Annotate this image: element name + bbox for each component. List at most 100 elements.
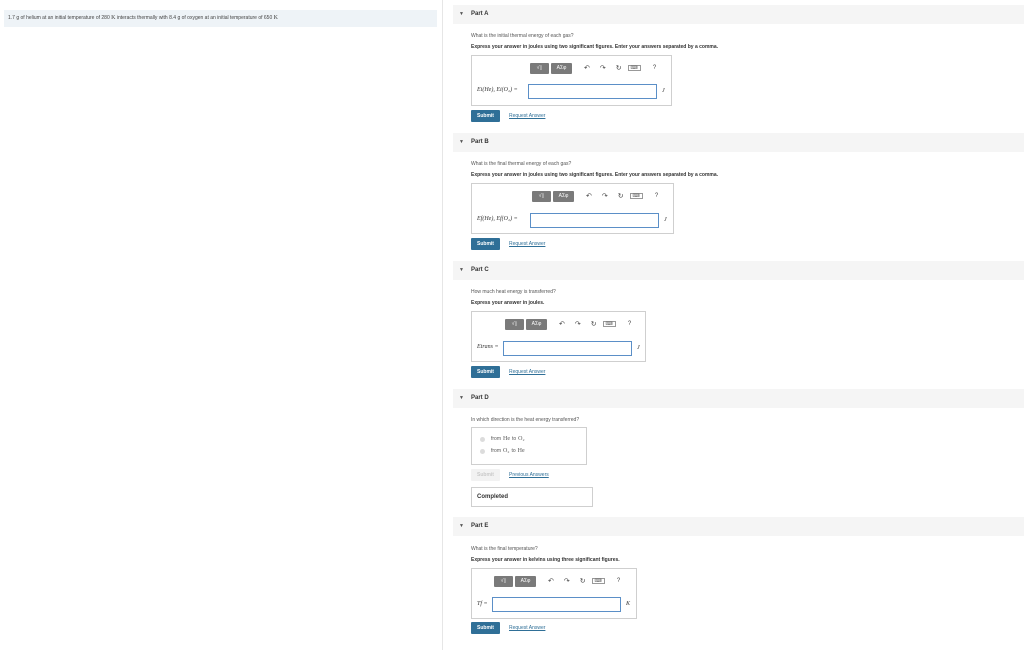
part-e-unit: K <box>626 601 631 607</box>
part-b-answer-box: √▯ ΑΣφ ↶ ↷ ↻ ⌨ ? Ef(He), Ef(O₂) = J <box>471 183 674 234</box>
keyboard-icon[interactable]: ⌨ <box>591 578 605 584</box>
part-a-question: What is the initial thermal energy of ea… <box>471 33 574 39</box>
part-a-answer-box: √▯ ΑΣφ ↶ ↷ ↻ ⌨ ? Ei(He), Ei(O₂) = J <box>471 55 672 106</box>
collapse-triangle-icon[interactable]: ▼ <box>459 517 464 536</box>
part-d-question: In which direction is the heat energy tr… <box>471 417 580 423</box>
collapse-triangle-icon[interactable]: ▼ <box>459 133 464 152</box>
redo-icon[interactable]: ↷ <box>564 576 570 587</box>
keyboard-icon[interactable]: ⌨ <box>627 65 641 71</box>
reset-icon[interactable]: ↻ <box>591 319 597 330</box>
keyboard-icon[interactable]: ⌨ <box>629 193 643 199</box>
part-c-header[interactable]: ▼ Part C <box>453 261 1024 280</box>
help-icon[interactable]: ? <box>653 63 656 74</box>
part-e-header[interactable]: ▼ Part E <box>453 517 1024 536</box>
collapse-triangle-icon[interactable]: ▼ <box>459 5 464 24</box>
redo-icon[interactable]: ↷ <box>575 319 581 330</box>
part-e-question: What is the final temperature? <box>471 546 538 552</box>
part-c-request-answer-link[interactable]: Request Answer <box>509 369 545 375</box>
greek-symbols-button[interactable]: ΑΣφ <box>526 318 547 330</box>
help-icon[interactable]: ? <box>617 576 620 587</box>
math-toolbar: √▯ ΑΣφ ↶ ↷ ↻ ⌨ ? <box>530 62 656 74</box>
part-b-question: What is the final thermal energy of each… <box>471 161 572 167</box>
part-d-label: Part D <box>471 395 489 401</box>
part-e-answer-box: √▯ ΑΣφ ↶ ↷ ↻ ⌨ ? Tf = K <box>471 568 637 619</box>
option-from: He <box>503 436 510 442</box>
part-c-instruction: Express your answer in joules. <box>471 300 545 306</box>
part-e-submit-button[interactable]: Submit <box>471 622 500 634</box>
undo-icon[interactable]: ↶ <box>584 63 590 74</box>
part-a-instruction: Express your answer in joules using two … <box>471 44 719 50</box>
problem-text-b: interacts thermally with 8.4 g of oxygen… <box>116 15 273 21</box>
math-toolbar: √▯ ΑΣφ ↶ ↷ ↻ ⌨ ? <box>505 318 631 330</box>
part-a-unit: J <box>662 88 665 94</box>
reset-icon[interactable]: ↻ <box>618 191 624 202</box>
part-b-submit-button[interactable]: Submit <box>471 238 500 250</box>
part-b-instruction: Express your answer in joules using two … <box>471 172 719 178</box>
problem-text-a: 1.7 g of helium at an initial temperatur… <box>8 15 110 21</box>
templates-button[interactable]: √▯ <box>532 190 551 202</box>
part-b-unit: J <box>664 217 667 223</box>
radio-option-o2-to-he[interactable]: from O₂ to He <box>480 448 527 454</box>
greek-symbols-button[interactable]: ΑΣφ <box>515 575 536 587</box>
part-c-unit: J <box>637 345 640 351</box>
problem-statement: 1.7 g of helium at an initial temperatur… <box>4 10 437 27</box>
radio-button[interactable] <box>480 448 485 454</box>
option-from: O₂ <box>503 448 510 454</box>
reset-icon[interactable]: ↻ <box>616 63 622 74</box>
part-d-submit-button[interactable]: Submit <box>471 469 500 481</box>
option-to: He <box>517 448 525 454</box>
part-d-header[interactable]: ▼ Part D <box>453 389 1024 408</box>
radio-option-he-to-o2[interactable]: from He to O₂ <box>480 436 527 442</box>
math-toolbar: √▯ ΑΣφ ↶ ↷ ↻ ⌨ ? <box>494 575 620 587</box>
part-e-label: Part E <box>471 523 489 529</box>
part-a-answer-input[interactable] <box>528 84 657 99</box>
part-a-submit-button[interactable]: Submit <box>471 110 500 122</box>
part-b-request-answer-link[interactable]: Request Answer <box>509 241 545 247</box>
part-c-submit-button[interactable]: Submit <box>471 366 500 378</box>
option-to-word: to <box>511 448 516 454</box>
option-to: O₂ <box>518 436 525 442</box>
part-c-answer-label: Etrans = <box>477 344 499 350</box>
greek-symbols-button[interactable]: ΑΣφ <box>551 62 572 74</box>
part-a-answer-label: Ei(He), Ei(O₂) = <box>477 87 518 93</box>
undo-icon[interactable]: ↶ <box>548 576 554 587</box>
part-c-question: How much heat energy is transferred? <box>471 289 556 295</box>
templates-button[interactable]: √▯ <box>505 318 524 330</box>
parts-panel: ▼ Part A What is the initial thermal ene… <box>443 0 1024 650</box>
part-e-answer-label: Tf = <box>477 601 488 607</box>
option-to-word: to <box>512 436 517 442</box>
redo-icon[interactable]: ↷ <box>600 63 606 74</box>
part-b-header[interactable]: ▼ Part B <box>453 133 1024 152</box>
undo-icon[interactable]: ↶ <box>586 191 592 202</box>
keyboard-icon[interactable]: ⌨ <box>602 321 616 327</box>
greek-symbols-button[interactable]: ΑΣφ <box>553 190 574 202</box>
part-d-previous-answers-link[interactable]: Previous Answers <box>509 472 549 478</box>
part-a-label: Part A <box>471 11 489 17</box>
option-prefix: from <box>491 436 501 442</box>
problem-unit-a: K <box>111 15 116 21</box>
help-icon[interactable]: ? <box>655 191 658 202</box>
part-d-completed-status: Completed <box>471 487 593 507</box>
math-toolbar: √▯ ΑΣφ ↶ ↷ ↻ ⌨ ? <box>532 190 658 202</box>
part-b-answer-input[interactable] <box>530 213 659 228</box>
problem-unit-b: K <box>273 15 278 21</box>
part-a-header[interactable]: ▼ Part A <box>453 5 1024 24</box>
problem-panel: 1.7 g of helium at an initial temperatur… <box>0 0 443 650</box>
part-e-instruction: Express your answer in kelvins using thr… <box>471 557 620 563</box>
part-e-answer-input[interactable] <box>492 597 621 612</box>
part-c-answer-input[interactable] <box>503 341 632 356</box>
option-prefix: from <box>491 448 501 454</box>
part-d-options-box: from He to O₂ from O₂ to He <box>471 427 587 465</box>
part-e-request-answer-link[interactable]: Request Answer <box>509 625 545 631</box>
radio-button[interactable] <box>480 436 485 442</box>
help-icon[interactable]: ? <box>628 319 631 330</box>
part-c-label: Part C <box>471 267 489 273</box>
undo-icon[interactable]: ↶ <box>559 319 565 330</box>
reset-icon[interactable]: ↻ <box>580 576 586 587</box>
part-a-request-answer-link[interactable]: Request Answer <box>509 113 545 119</box>
templates-button[interactable]: √▯ <box>494 575 513 587</box>
collapse-triangle-icon[interactable]: ▼ <box>459 261 464 280</box>
templates-button[interactable]: √▯ <box>530 62 549 74</box>
collapse-triangle-icon[interactable]: ▼ <box>459 389 464 408</box>
redo-icon[interactable]: ↷ <box>602 191 608 202</box>
